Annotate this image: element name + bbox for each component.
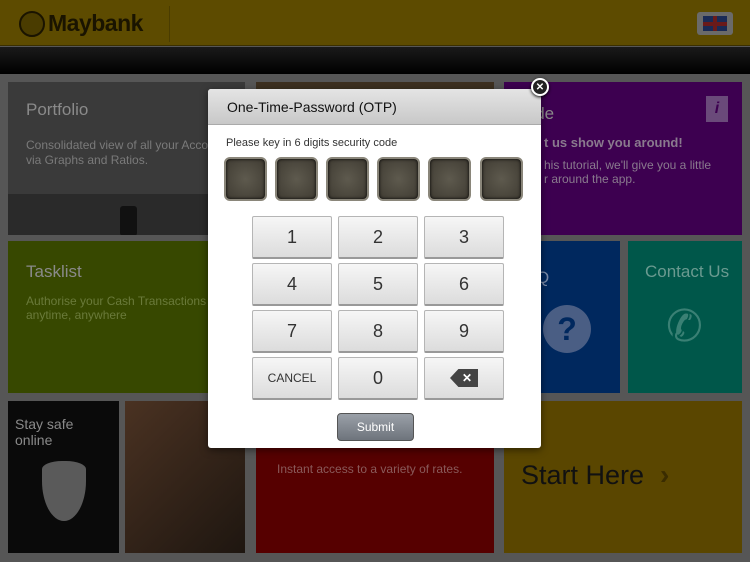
header-divider bbox=[169, 6, 170, 42]
close-dialog-icon[interactable]: ✕ bbox=[531, 78, 549, 96]
key-9[interactable]: 9 bbox=[424, 310, 504, 353]
tile-subtitle: t us show you around! bbox=[544, 135, 683, 150]
mouse-icon bbox=[120, 206, 137, 235]
tile-contact-us[interactable]: Contact Us ✆ bbox=[628, 241, 742, 393]
brand-name: Maybank bbox=[48, 10, 143, 36]
dialog-prompt: Please key in 6 digits security code bbox=[226, 137, 398, 149]
tile-title: Tasklist bbox=[26, 262, 82, 281]
key-2[interactable]: 2 bbox=[338, 216, 418, 259]
uk-flag-icon bbox=[703, 16, 727, 31]
key-1[interactable]: 1 bbox=[252, 216, 332, 259]
key-0[interactable]: 0 bbox=[338, 357, 418, 400]
submit-button[interactable]: Submit bbox=[337, 413, 414, 441]
cancel-button[interactable]: CANCEL bbox=[252, 357, 332, 400]
maybank-logo: Maybank bbox=[19, 10, 143, 37]
tile-desc: anytime, anywhere bbox=[26, 308, 127, 322]
key-3[interactable]: 3 bbox=[424, 216, 504, 259]
tile-title: Start Here bbox=[521, 460, 645, 490]
info-icon: i bbox=[706, 96, 728, 122]
tile-title: Stay safe bbox=[15, 416, 74, 432]
tiger-logo-icon bbox=[19, 10, 45, 37]
tile-desc: Authorise your Cash Transactions bbox=[26, 294, 207, 308]
otp-digit-field[interactable] bbox=[224, 157, 267, 201]
tile-desc: Consolidated view of all your Accou bbox=[26, 138, 215, 152]
key-4[interactable]: 4 bbox=[252, 263, 332, 306]
chevron-right-icon: › bbox=[660, 459, 670, 490]
otp-digit-field[interactable] bbox=[377, 157, 420, 201]
tile-desc: via Graphs and Ratios. bbox=[26, 153, 149, 167]
shield-icon bbox=[42, 461, 86, 521]
tile-stay-safe[interactable]: Stay safe online bbox=[8, 401, 119, 553]
key-7[interactable]: 7 bbox=[252, 310, 332, 353]
dialog-title: One-Time-Password (OTP) bbox=[208, 89, 541, 125]
otp-digit-field[interactable] bbox=[480, 157, 523, 201]
backspace-icon: ✕ bbox=[450, 369, 478, 387]
tile-desc: r around the app. bbox=[544, 172, 636, 186]
question-icon: ? bbox=[543, 305, 591, 353]
key-6[interactable]: 6 bbox=[424, 263, 504, 306]
tile-title: online bbox=[15, 432, 53, 448]
otp-digit-field[interactable] bbox=[275, 157, 318, 201]
tile-desc: his tutorial, we'll give you a little bbox=[544, 158, 712, 172]
tile-desc: Instant access to a variety of rates. bbox=[277, 462, 463, 476]
otp-dialog: One-Time-Password (OTP) Please key in 6 … bbox=[208, 89, 541, 448]
otp-digit-field[interactable] bbox=[326, 157, 369, 201]
nav-bar bbox=[0, 47, 750, 74]
key-8[interactable]: 8 bbox=[338, 310, 418, 353]
otp-digit-field[interactable] bbox=[428, 157, 471, 201]
tile-title: Contact Us bbox=[645, 262, 730, 281]
app-header: Maybank bbox=[0, 0, 750, 46]
key-5[interactable]: 5 bbox=[338, 263, 418, 306]
phone-icon: ✆ bbox=[666, 302, 703, 351]
language-button[interactable] bbox=[697, 12, 733, 35]
backspace-button[interactable]: ✕ bbox=[424, 357, 504, 400]
tile-title: Portfolio bbox=[26, 100, 89, 119]
